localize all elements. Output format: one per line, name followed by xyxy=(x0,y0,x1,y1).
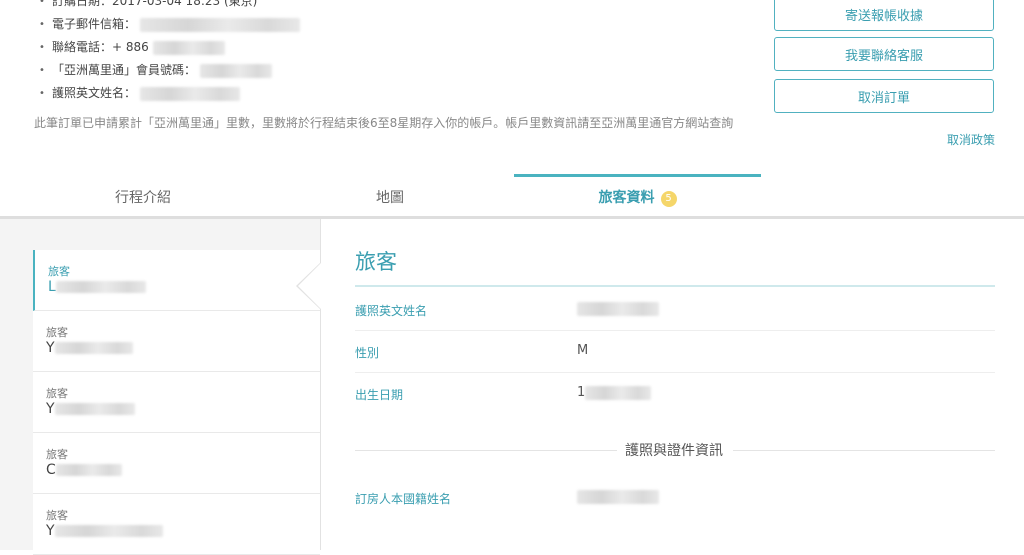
traveler-item[interactable]: 旅客 Y xyxy=(33,311,320,372)
passport-redacted xyxy=(140,86,241,101)
tab-traveler-info[interactable]: 旅客資料 5 xyxy=(514,174,761,219)
name-redacted xyxy=(54,403,135,415)
order-info-list: 訂購日期：2017-03-04 18:23 (東京) 電子郵件信箱： 聯絡電話：… xyxy=(39,0,301,105)
tab-itinerary[interactable]: 行程介紹 xyxy=(0,174,286,216)
send-receipt-button[interactable]: 寄送報帳收據 xyxy=(774,0,994,31)
detail-title: 旅客 xyxy=(355,250,397,274)
value-redacted xyxy=(577,489,659,504)
phone-row: 聯絡電話：+ 886 xyxy=(39,36,300,59)
name-redacted xyxy=(55,281,146,293)
contact-service-button[interactable]: 我要聯絡客服 xyxy=(774,37,994,71)
detail-title-rule xyxy=(355,285,995,287)
field-gender: 性別 M xyxy=(355,330,995,373)
field-native-name: 訂房人本國籍姓名 xyxy=(355,476,995,518)
cancel-policy-link[interactable]: 取消政策 xyxy=(947,131,995,148)
traveler-list: 旅客 L 旅客 Y 旅客 Y 旅客 C 旅客 Y xyxy=(0,219,321,555)
name-redacted xyxy=(54,525,163,537)
tab-map[interactable]: 地圖 xyxy=(276,174,504,216)
traveler-item[interactable]: 旅客 Y xyxy=(33,494,320,555)
name-redacted xyxy=(55,464,122,476)
value-redacted xyxy=(577,301,659,316)
member-redacted xyxy=(200,63,273,78)
traveler-item[interactable]: 旅客 C xyxy=(33,433,320,494)
name-redacted xyxy=(54,342,133,354)
section-title: 護照與證件資訊 xyxy=(625,443,723,459)
traveler-count-badge: 5 xyxy=(660,191,677,207)
value-redacted xyxy=(585,385,652,400)
order-date: 訂購日期：2017-03-04 18:23 (東京) xyxy=(39,0,300,13)
cancel-order-button[interactable]: 取消訂單 xyxy=(774,79,994,113)
member-row: 「亞洲萬里通」會員號碼： xyxy=(39,59,300,82)
field-birth-date: 出生日期 1 xyxy=(355,372,995,414)
field-passport-name: 護照英文姓名 xyxy=(355,288,995,331)
email-row: 電子郵件信箱： xyxy=(39,13,301,36)
selection-arrow-fill xyxy=(298,263,321,309)
passport-row: 護照英文姓名： xyxy=(39,82,300,105)
miles-note: 此筆訂單已申請累計「亞洲萬里通」里數，里數將於行程結束後6至8星期存入你的帳戶。… xyxy=(34,116,734,130)
tab-bar: 行程介紹 地圖 旅客資料 5 xyxy=(0,174,1024,216)
phone-redacted xyxy=(152,40,225,55)
traveler-item[interactable]: 旅客 L xyxy=(33,250,320,311)
section-passport-docs: 護照與證件資訊 xyxy=(355,440,995,460)
email-redacted xyxy=(140,17,301,32)
traveler-item[interactable]: 旅客 Y xyxy=(33,372,320,433)
